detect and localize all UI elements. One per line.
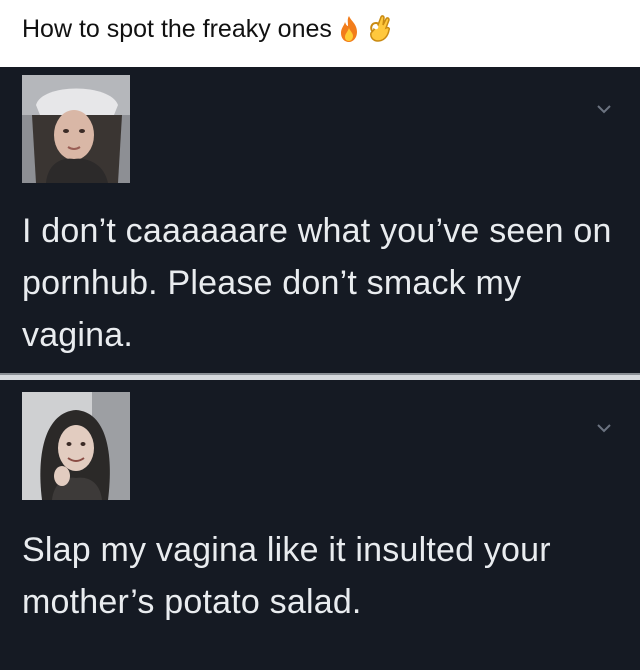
post-caption: How to spot the freaky ones (22, 6, 392, 52)
tweet-card: Slap my vagina like it insulted your mot… (0, 380, 640, 670)
chevron-down-icon[interactable] (596, 101, 612, 114)
avatar-photo-icon (22, 75, 130, 183)
avatar[interactable] (22, 392, 130, 500)
avatar-photo-icon (22, 392, 130, 500)
avatar[interactable] (22, 75, 130, 183)
tweet-text: Slap my vagina like it insulted your mot… (22, 531, 551, 621)
tweet-text: I don’t caaaaaare what you’ve seen on po… (22, 212, 612, 354)
caption-text: How to spot the freaky ones (22, 14, 332, 43)
meme-post: How to spot the freaky ones I don’t caaa… (0, 0, 640, 670)
tweets-screenshot: I don’t caaaaaare what you’ve seen on po… (0, 67, 640, 670)
ok-hand-emoji-icon (366, 15, 392, 43)
fire-emoji-icon (338, 15, 360, 43)
chevron-down-icon[interactable] (596, 420, 612, 433)
tweet-card: I don’t caaaaaare what you’ve seen on po… (0, 67, 640, 373)
tweet-divider (0, 373, 640, 380)
